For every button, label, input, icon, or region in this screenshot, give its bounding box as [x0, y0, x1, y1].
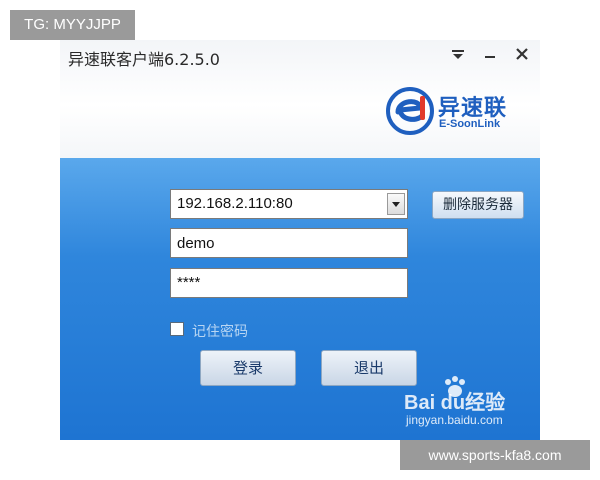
- window-header: 异速联客户端6.2.5.0 异速联 E-SoonLink: [60, 40, 540, 158]
- login-window: 异速联客户端6.2.5.0 异速联 E-SoonLink 192.168.2.1…: [60, 40, 540, 440]
- watermark-main: Bai du经验: [404, 392, 506, 414]
- username-input[interactable]: [171, 229, 407, 257]
- close-button[interactable]: [510, 42, 534, 66]
- delete-server-button[interactable]: 删除服务器: [432, 191, 524, 219]
- baidu-watermark: Bai du经验 jingyan.baidu.com: [404, 376, 534, 434]
- server-combobox[interactable]: 192.168.2.110:80: [170, 189, 408, 219]
- exit-button[interactable]: 退出: [321, 350, 417, 386]
- chevron-down-icon: [392, 202, 400, 207]
- login-button[interactable]: 登录: [200, 350, 296, 386]
- top-watermark-tag: TG: MYYJJPP: [10, 10, 135, 40]
- bottom-watermark-tag: www.sports-kfa8.com: [400, 440, 590, 470]
- server-value: 192.168.2.110:80: [177, 195, 293, 212]
- minimize-icon: [485, 56, 495, 58]
- brand-subtitle: E-SoonLink: [439, 118, 501, 130]
- watermark-url: jingyan.baidu.com: [406, 413, 503, 427]
- minimize-button[interactable]: [478, 42, 502, 66]
- menu-button[interactable]: [446, 42, 470, 66]
- brand-logo-block: 异速联 E-SoonLink: [386, 86, 531, 136]
- remember-password-checkbox[interactable]: [170, 322, 184, 336]
- password-value[interactable]: ****: [171, 269, 407, 297]
- dropdown-button[interactable]: [387, 193, 405, 215]
- menu-icon: [452, 50, 464, 59]
- close-icon: [516, 48, 528, 60]
- remember-password-label: 记住密码: [192, 324, 248, 340]
- esoonlink-logo-icon: [386, 87, 434, 135]
- window-title: 异速联客户端6.2.5.0: [68, 50, 220, 69]
- password-field[interactable]: ****: [170, 268, 408, 298]
- username-field[interactable]: [170, 228, 408, 258]
